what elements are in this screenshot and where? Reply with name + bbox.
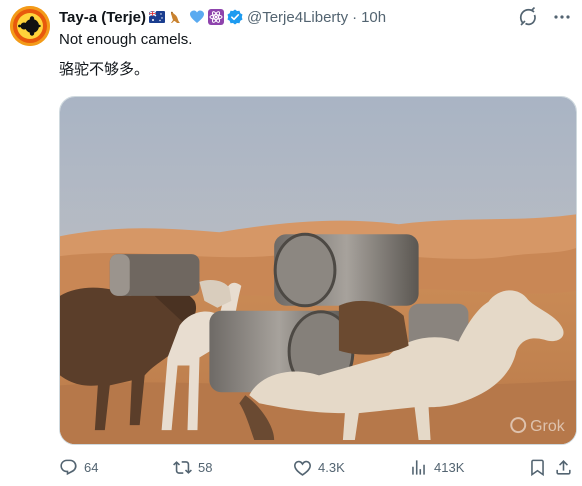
mandelbrot-avatar-icon [10,6,50,46]
like-count: 4.3K [318,459,345,475]
tweet[interactable]: Tay-a (Terje) @Terje4Liberty · 10h Not e… [0,0,582,486]
author-handle[interactable]: @Terje4Liberty [247,9,348,26]
heart-icon [294,460,311,476]
display-name[interactable]: Tay-a (Terje) [59,9,146,26]
kangaroo-icon [167,9,183,25]
reply-count: 64 [84,459,99,475]
more-options-icon[interactable] [552,7,572,27]
bookmark-icon [531,459,544,476]
reply-button[interactable]: 64 [59,458,98,477]
share-button[interactable] [554,458,573,477]
tweet-text-line-1: Not enough camels. [59,31,193,48]
views-button[interactable]: 413K [409,458,464,477]
reply-icon [60,459,77,475]
atom-icon [207,9,224,25]
grok-icon[interactable] [518,7,538,27]
repost-count: 58 [198,459,213,475]
views-count: 413K [434,459,465,475]
australia-flag-icon [148,9,165,25]
timestamp[interactable]: 10h [361,9,386,26]
repost-icon [173,460,192,474]
tweet-header: Tay-a (Terje) @Terje4Liberty · 10h [59,7,572,27]
camels-carrying-barrels-image: Grok [60,97,576,444]
like-button[interactable]: 4.3K [293,458,345,477]
share-icon [556,459,571,475]
repost-button[interactable]: 58 [173,458,212,477]
tweet-actions: 64 58 4.3K 413K [59,455,572,479]
blue-heart-icon [189,9,205,25]
top-right-actions [518,7,572,27]
separator-dot: · [352,8,358,26]
tweet-image[interactable]: Grok [59,96,577,445]
watermark-text: Grok [530,418,565,435]
verified-badge-icon[interactable] [227,9,243,25]
tweet-text-line-2: 骆驼不够多。 [59,60,150,78]
analytics-icon [412,459,425,475]
bookmark-button[interactable] [528,458,547,477]
avatar[interactable] [10,6,50,46]
